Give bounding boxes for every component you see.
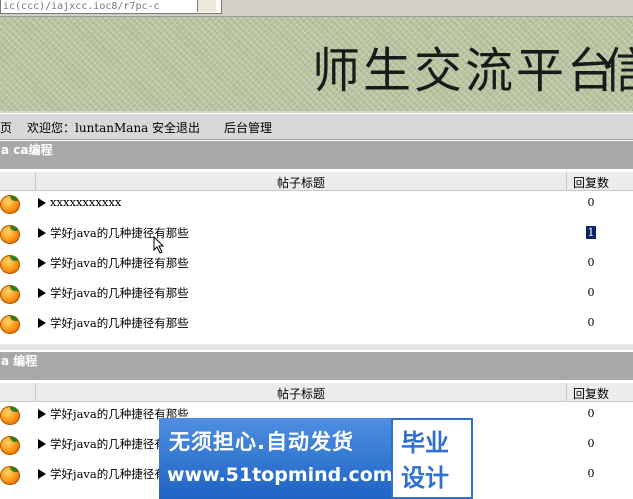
address-bar[interactable]: ic(ccc)/iajxcc.ioc8/r7pc-c <box>0 0 222 14</box>
post-row[interactable]: 学好java的几种捷径有那些 1 <box>0 221 633 251</box>
post-title-link[interactable]: 学好java的几种捷径有那些 <box>50 255 189 271</box>
nav-logout-link[interactable]: 安全退出 <box>152 119 200 136</box>
column-header-row: 帖子标题 回复数 <box>0 383 633 402</box>
post-reply-count: 0 <box>587 467 595 480</box>
column-header-title: 帖子标题 <box>277 176 326 190</box>
triangle-right-icon <box>38 469 46 479</box>
post-reply-count: 0 <box>587 256 595 269</box>
orange-fruit-icon <box>0 466 20 485</box>
post-title-link[interactable]: 学好java的几种捷径有那些 <box>50 225 189 241</box>
watermark-label-top: 毕业 <box>401 429 449 457</box>
nav-home-link[interactable]: 页 <box>0 119 12 136</box>
post-reply-count: 0 <box>587 316 595 329</box>
post-reply-count: 0 <box>587 437 595 450</box>
post-reply-count: 1 <box>586 226 596 239</box>
board-section: a ca编程 帖子标题 回复数 xxxxxxxxxxx 0 学好java的几种捷… <box>0 141 633 341</box>
nav-admin-link[interactable]: 后台管理 <box>224 119 272 136</box>
nav-welcome-text: 欢迎您：luntanMana <box>27 121 149 135</box>
post-row[interactable]: xxxxxxxxxxx 0 <box>0 191 633 221</box>
orange-fruit-icon <box>0 255 20 274</box>
column-header-row: 帖子标题 回复数 <box>0 172 633 191</box>
triangle-right-icon <box>38 228 46 238</box>
browser-toolbar: ic(ccc)/iajxcc.ioc8/r7pc-c <box>0 0 633 17</box>
section-divider <box>0 344 633 350</box>
triangle-right-icon <box>38 198 46 208</box>
post-row[interactable]: 学好java的几种捷径有那些 0 <box>0 311 633 341</box>
triangle-right-icon <box>38 288 46 298</box>
watermark-slogan: 无须担心.自动发货 <box>169 430 354 454</box>
orange-fruit-icon <box>0 195 20 214</box>
top-nav: 页 欢迎您：luntanMana 安全退出 后台管理 <box>0 113 633 140</box>
triangle-right-icon <box>38 439 46 449</box>
post-title-link[interactable]: 学好java的几种捷径有那些 <box>50 285 189 301</box>
address-go-button[interactable] <box>197 0 216 12</box>
column-header-title: 帖子标题 <box>277 387 326 401</box>
orange-fruit-icon <box>0 315 20 334</box>
orange-fruit-icon <box>0 285 20 304</box>
board-name: a ca编程 <box>0 141 633 169</box>
banner-trailing-glyph: 信 <box>603 43 633 99</box>
post-reply-count: 0 <box>587 286 595 299</box>
post-reply-count: 0 <box>587 407 595 420</box>
watermark-url: www.51topmind.com <box>167 464 393 486</box>
column-header-replies: 回复数 <box>573 387 610 401</box>
watermark-banner: 无须担心.自动发货 www.51topmind.com 毕业 设计 <box>159 418 473 499</box>
triangle-right-icon <box>38 409 46 419</box>
mouse-pointer-icon <box>153 236 165 254</box>
watermark-label-bottom: 设计 <box>401 464 449 492</box>
column-header-replies: 回复数 <box>573 176 610 190</box>
post-row[interactable]: 学好java的几种捷径有那些 0 <box>0 281 633 311</box>
triangle-right-icon <box>38 318 46 328</box>
orange-fruit-icon <box>0 225 20 244</box>
site-title: 师生交流平台 <box>312 43 619 99</box>
post-row[interactable]: 学好java的几种捷径有那些 0 <box>0 251 633 281</box>
site-banner: 师生交流平台 信 <box>0 17 633 115</box>
board-name: a 编程 <box>0 352 633 380</box>
post-reply-count: 0 <box>587 196 595 209</box>
orange-fruit-icon <box>0 436 20 455</box>
orange-fruit-icon <box>0 406 20 425</box>
post-title-link[interactable]: xxxxxxxxxxx <box>50 195 121 209</box>
triangle-right-icon <box>38 258 46 268</box>
post-title-link[interactable]: 学好java的几种捷径有那些 <box>50 315 189 331</box>
